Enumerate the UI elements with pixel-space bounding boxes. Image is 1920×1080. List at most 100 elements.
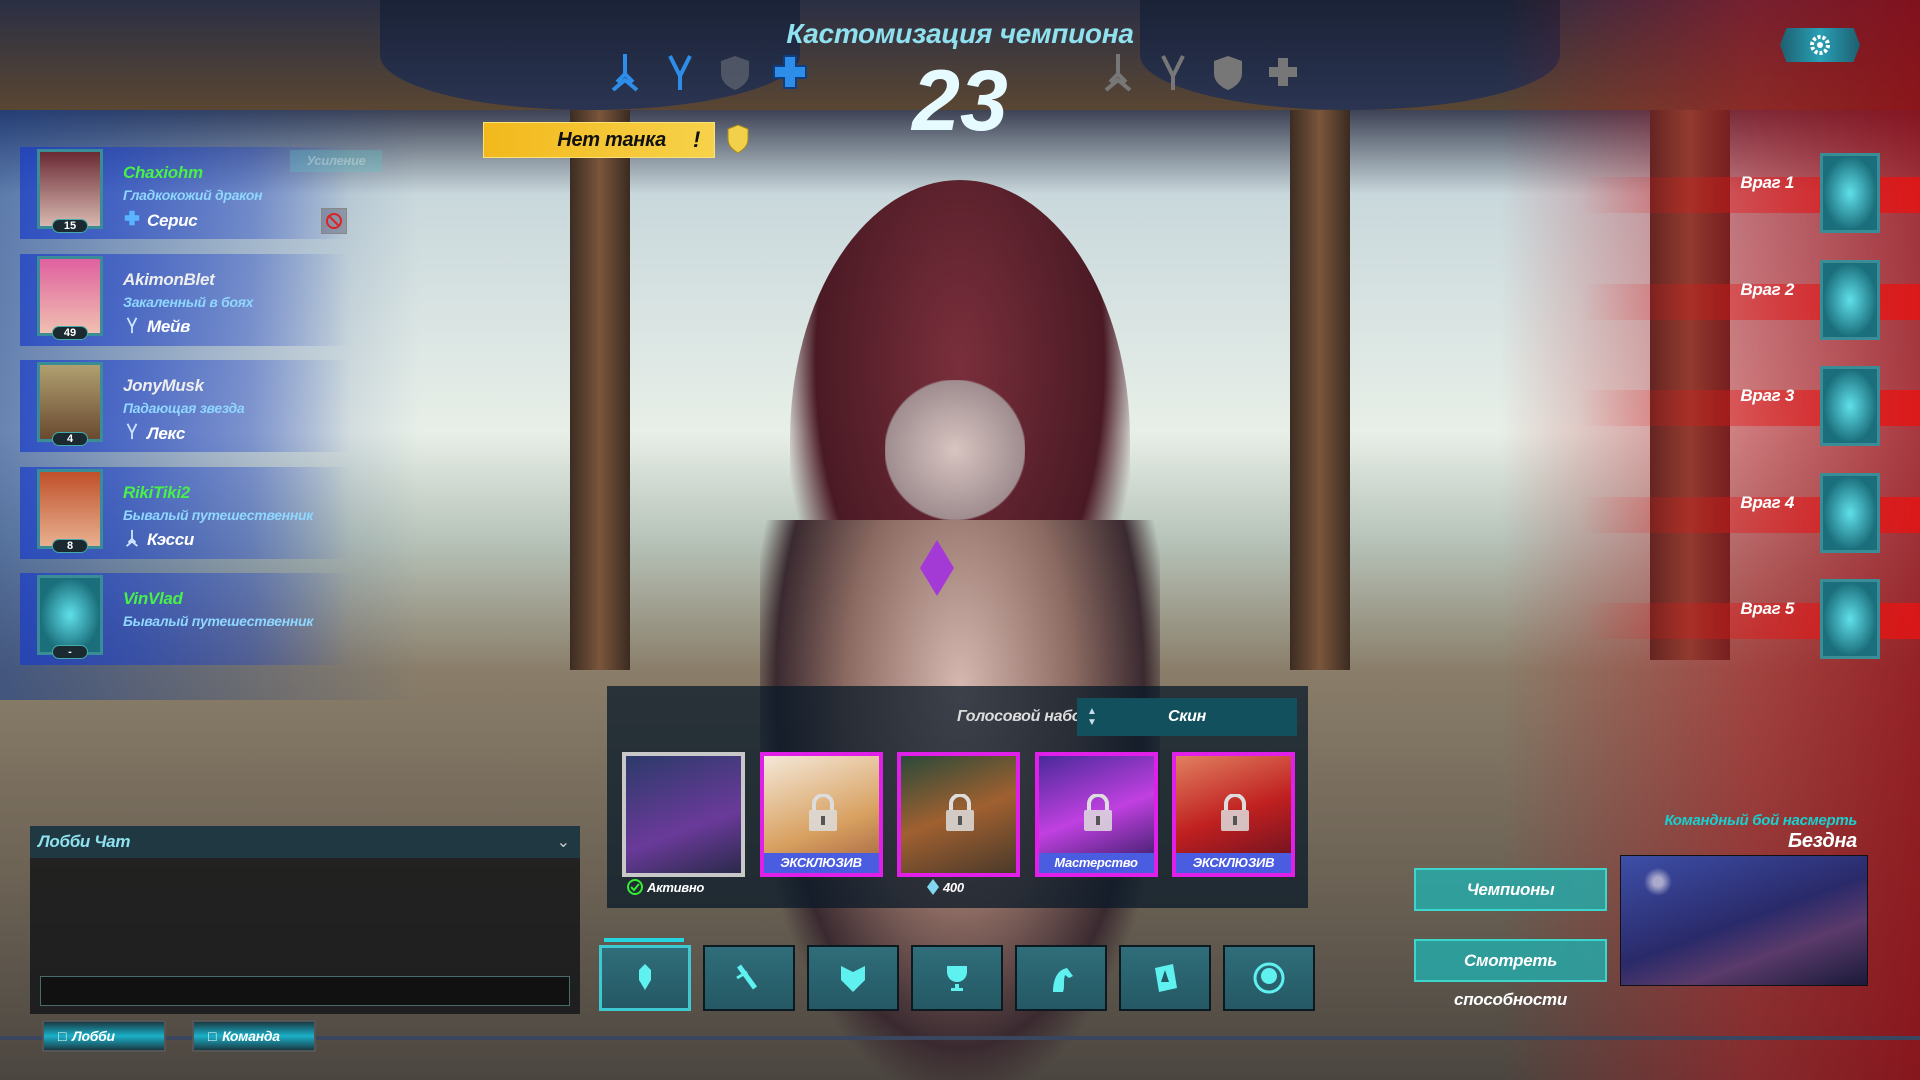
death-effects-icon: [1253, 962, 1285, 994]
unknown-champion-icon: [1820, 472, 1880, 553]
enemy-label: Враг 5: [1740, 599, 1794, 618]
block-icon: [326, 213, 342, 229]
enemy-slot: Враг 2: [1560, 254, 1920, 346]
player-name: RikiTiki2: [123, 482, 190, 502]
champion-label: Мейв: [147, 317, 191, 336]
tab-death-effects[interactable]: [1223, 945, 1315, 1011]
champion-portrait: [37, 468, 103, 549]
crystal-icon: [927, 879, 939, 895]
selected-tab-indicator: [604, 938, 684, 942]
enemy-label: Враг 3: [1740, 386, 1794, 405]
countdown-timer: 23: [912, 53, 1008, 149]
champion-label: Серис: [147, 210, 198, 230]
champions-button[interactable]: Чемпионы: [1414, 868, 1607, 911]
tab-weapons[interactable]: [703, 945, 795, 1011]
enemy-slot: Враг 1: [1560, 147, 1920, 239]
champion-portrait: [37, 149, 103, 229]
champion-label: Кэсси: [147, 530, 194, 549]
enemy-slot: Враг 3: [1560, 360, 1920, 452]
champion-face: [885, 380, 1025, 520]
sprays-icon: [1155, 964, 1177, 992]
gear-icon: [1810, 35, 1830, 55]
unknown-champion-icon: [1820, 579, 1880, 659]
skin-price: 400: [927, 879, 964, 895]
player-name: VinVlad: [123, 589, 183, 608]
support-role-icon: [773, 55, 807, 89]
block-player-button[interactable]: [321, 208, 347, 234]
ally-player-row[interactable]: 49 AkimonBlet Закаленный в боях Мейв: [0, 253, 350, 346]
champion-name: Лекс: [123, 422, 185, 445]
player-level: 15: [52, 219, 88, 233]
player-level: -: [52, 645, 88, 659]
pillar: [1290, 110, 1350, 670]
player-name: AkimonBlet: [123, 269, 215, 289]
weapons-icon: [736, 964, 758, 990]
champion-label: Лекс: [147, 423, 186, 443]
chat-input[interactable]: [40, 976, 570, 1006]
skin-tag: Мастерство: [1038, 853, 1154, 873]
skin-tag: ЭКСКЛЮЗИВ: [763, 853, 879, 873]
tab-label: Лобби: [72, 1028, 115, 1044]
active-skin-status: Активно: [627, 879, 704, 895]
page-title: Кастомизация чемпиона: [786, 18, 1134, 49]
skin-tag: ЭКСКЛЮЗИВ: [1176, 853, 1291, 873]
tab-mounts[interactable]: [1015, 945, 1107, 1011]
boost-button[interactable]: Усиление: [290, 150, 382, 172]
tank-shield-icon: [727, 124, 749, 154]
chat-bubble-icon: □: [208, 1028, 217, 1044]
player-level: 4: [52, 432, 88, 446]
ally-player-row[interactable]: - VinVlad Бывалый путешественник: [0, 573, 350, 665]
damage-role-icon: [123, 529, 141, 552]
ally-player-row[interactable]: 8 RikiTiki2 Бывалый путешественник Кэсси: [0, 466, 350, 559]
champion-portrait: [37, 575, 103, 655]
unknown-champion-icon: [1820, 259, 1880, 340]
skin-card[interactable]: Мастерство: [1034, 752, 1158, 877]
skin-card[interactable]: ЭКСКЛЮЗИВ: [1172, 752, 1295, 877]
enemy-label: Враг 2: [1740, 279, 1794, 299]
settings-button[interactable]: [1780, 28, 1860, 62]
skin-card[interactable]: [622, 752, 745, 877]
support-role-icon: [123, 209, 141, 232]
price-value: 400: [943, 879, 964, 895]
tab-voice[interactable]: [807, 945, 899, 1011]
chat-title: Лобби Чат: [30, 826, 580, 858]
drape: [1140, 0, 1560, 110]
voice-pack-select[interactable]: ▲ ▼ Скин: [1077, 698, 1297, 736]
player-name: JonyMusk: [123, 376, 204, 395]
tab-emotes[interactable]: [911, 945, 1003, 1011]
tab-label: Команда: [222, 1028, 280, 1044]
voice-icon: [841, 966, 865, 992]
chevron-down-icon[interactable]: ⌄: [557, 832, 570, 852]
lobby-chat: Лобби Чат ⌄: [30, 826, 580, 1014]
ally-player-row[interactable]: 4 JonyMusk Падающая звезда Лекс: [0, 360, 350, 452]
emotes-icon: [947, 966, 967, 991]
champion-portrait: [37, 255, 103, 336]
damage-role-icon: [611, 54, 639, 92]
up-down-arrows-icon: ▲ ▼: [1087, 706, 1097, 728]
skin-card[interactable]: ЭКСКЛЮЗИВ: [759, 752, 883, 877]
enemy-slot: Враг 4: [1560, 467, 1920, 559]
game-mode: Командный бой насмерть: [1664, 812, 1857, 829]
warning-mark: !: [692, 127, 700, 152]
flank-role-icon: [123, 316, 141, 339]
active-label: Активно: [647, 879, 705, 895]
enemy-slot: Враг 5: [1560, 573, 1920, 665]
player-title: Гладкокожий дракон: [123, 187, 263, 203]
enemy-label: Враг 1: [1740, 173, 1794, 192]
tab-sprays[interactable]: [1119, 945, 1211, 1011]
chat-tab-lobby[interactable]: □ Лобби: [42, 1020, 166, 1052]
enemy-tank-role-icon: [1214, 56, 1242, 90]
skin-selector-panel: Голосовой набор: ▲ ▼ Скин ЭКСКЛЮЗИВ Мастерс…: [607, 686, 1308, 908]
champion-name: Серис: [123, 209, 198, 232]
chat-tab-team[interactable]: □ Команда: [192, 1020, 316, 1052]
check-circle-icon: [627, 879, 643, 895]
player-title: Падающая звезда: [123, 400, 245, 416]
tab-skins[interactable]: [599, 945, 691, 1011]
player-title: Закаленный в боях: [123, 293, 254, 310]
warning-text: Нет танка: [557, 129, 666, 151]
map-name: Бездна: [1788, 830, 1857, 852]
player-title: Бывалый путешественник: [123, 613, 314, 629]
view-abilities-button[interactable]: Смотреть способности: [1414, 939, 1607, 1009]
skin-card[interactable]: [897, 752, 1020, 877]
map-preview-image: [1620, 855, 1868, 986]
